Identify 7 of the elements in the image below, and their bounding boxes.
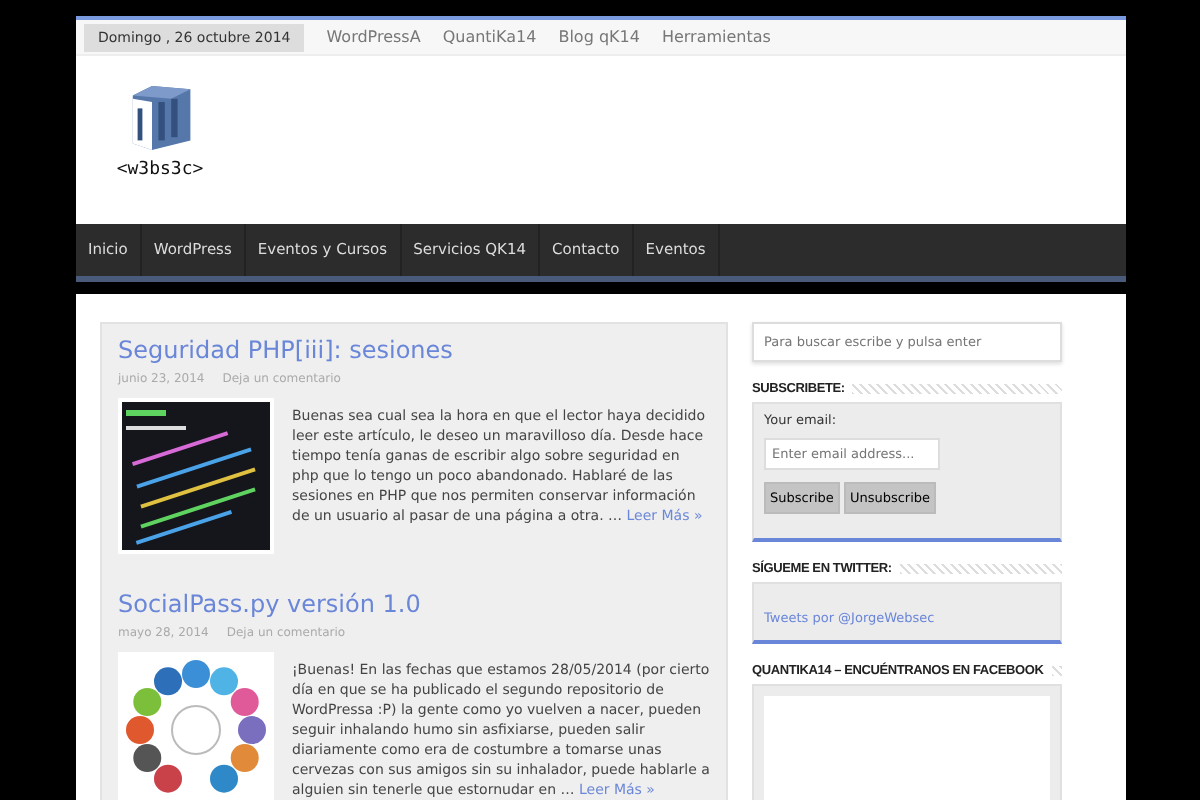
top-menu-link[interactable]: Herramientas	[661, 28, 771, 46]
post-title-link[interactable]: SocialPass.py versión 1.0	[118, 590, 710, 618]
top-menu-link[interactable]: WordPressA	[326, 28, 421, 46]
top-menu-link[interactable]: Blog qK14	[558, 28, 640, 46]
post-title-link[interactable]: Seguridad PHP[iii]: sesiones	[118, 336, 710, 364]
logo-text: <w3bs3c>	[116, 160, 204, 180]
top-menu-link[interactable]: QuantiKa14	[442, 28, 537, 46]
